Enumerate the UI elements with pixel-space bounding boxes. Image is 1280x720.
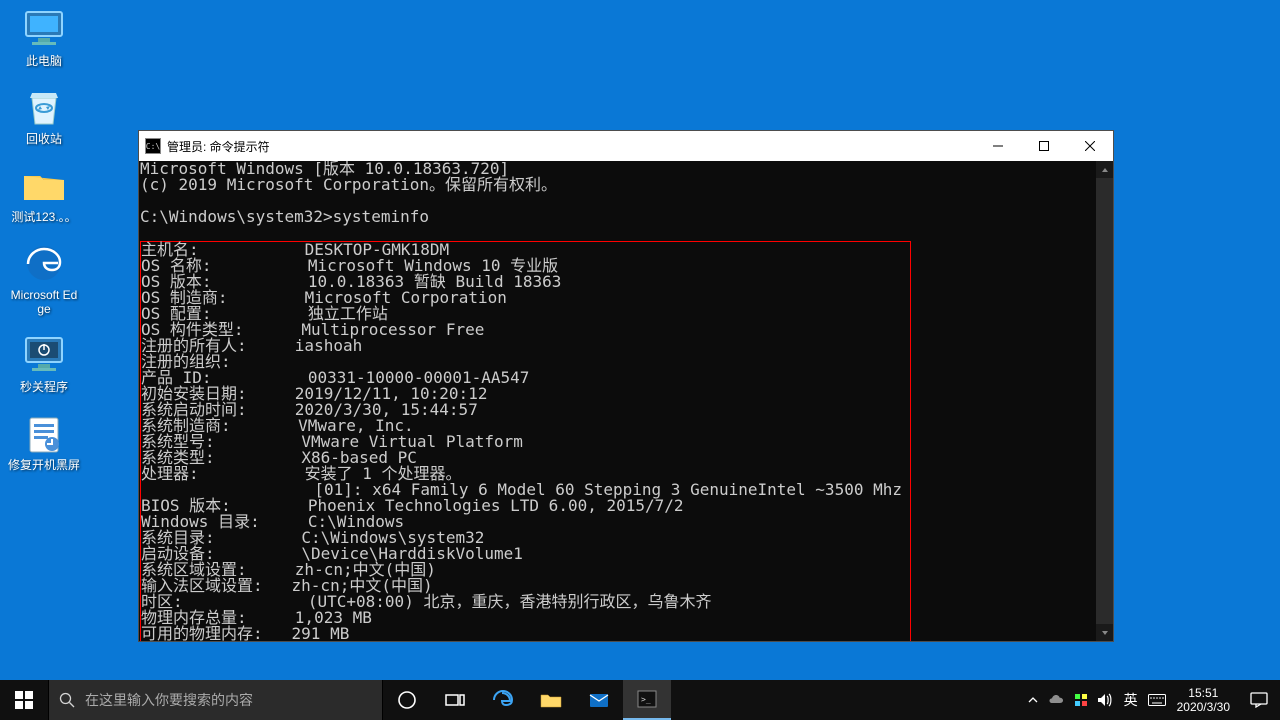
search-box[interactable] bbox=[48, 680, 383, 720]
close-button[interactable] bbox=[1067, 131, 1113, 161]
desktop-icon-pc[interactable]: 此电脑 bbox=[8, 8, 80, 68]
taskbar: >_ 英 15:51 2020/3/30 bbox=[0, 680, 1280, 720]
cortana-button[interactable] bbox=[383, 680, 431, 720]
edge-icon bbox=[20, 242, 68, 284]
tray-chevron-icon[interactable] bbox=[1021, 680, 1045, 720]
clock-date: 2020/3/30 bbox=[1177, 700, 1230, 714]
desktop-icon-label: 秒关程序 bbox=[8, 380, 80, 394]
onedrive-icon[interactable] bbox=[1045, 680, 1069, 720]
edge-app-button[interactable] bbox=[479, 680, 527, 720]
scroll-up-button[interactable] bbox=[1096, 161, 1113, 178]
maximize-button[interactable] bbox=[1021, 131, 1067, 161]
cmd-window: C:\ 管理员: 命令提示符 Microsoft Windows [版本 10.… bbox=[138, 130, 1114, 642]
task-view-button[interactable] bbox=[431, 680, 479, 720]
minimize-button[interactable] bbox=[975, 131, 1021, 161]
pc-icon bbox=[20, 8, 68, 50]
system-tray: 英 15:51 2020/3/30 bbox=[1021, 680, 1280, 720]
start-button[interactable] bbox=[0, 680, 48, 720]
terminal-wrap: Microsoft Windows [版本 10.0.18363.720] (c… bbox=[139, 161, 1113, 641]
clock[interactable]: 15:51 2020/3/30 bbox=[1169, 686, 1238, 714]
desktop: 此电脑回收站测试123.。。 Microsoft Edge 秒关程序修复开机黑屏 bbox=[8, 8, 88, 490]
search-icon bbox=[59, 692, 75, 708]
scroll-down-button[interactable] bbox=[1096, 624, 1113, 641]
mail-app-button[interactable] bbox=[575, 680, 623, 720]
desktop-icon-label: Microsoft Edge bbox=[8, 288, 80, 316]
titlebar[interactable]: C:\ 管理员: 命令提示符 bbox=[139, 131, 1113, 161]
clock-time: 15:51 bbox=[1177, 686, 1230, 700]
recycle-icon bbox=[20, 86, 68, 128]
scrollbar[interactable] bbox=[1096, 161, 1113, 641]
taskbar-pinned: >_ bbox=[383, 680, 671, 720]
explorer-app-button[interactable] bbox=[527, 680, 575, 720]
desktop-icon-label: 测试123.。。 bbox=[8, 210, 80, 224]
desktop-icon-recycle[interactable]: 回收站 bbox=[8, 86, 80, 146]
ime-indicator[interactable]: 英 bbox=[1117, 680, 1145, 720]
desktop-icon-repair[interactable]: 修复开机黑屏 bbox=[8, 412, 80, 472]
desktop-icon-label: 回收站 bbox=[8, 132, 80, 146]
desktop-icon-folder[interactable]: 测试123.。。 bbox=[8, 164, 80, 224]
repair-icon bbox=[20, 412, 68, 454]
folder-icon bbox=[20, 164, 68, 206]
shutdown-icon bbox=[20, 334, 68, 376]
window-title: 管理员: 命令提示符 bbox=[167, 138, 975, 155]
volume-icon[interactable] bbox=[1093, 680, 1117, 720]
window-buttons bbox=[975, 131, 1113, 161]
desktop-icon-label: 此电脑 bbox=[8, 54, 80, 68]
svg-text:>_: >_ bbox=[641, 695, 651, 704]
desktop-icon-edge[interactable]: Microsoft Edge bbox=[8, 242, 80, 316]
systeminfo-highlight: 主机名: DESKTOP-GMK18DM OS 名称: Microsoft Wi… bbox=[140, 241, 911, 641]
search-input[interactable] bbox=[85, 692, 372, 708]
desktop-icon-label: 修复开机黑屏 bbox=[8, 458, 80, 472]
cmd-icon: C:\ bbox=[145, 138, 161, 154]
keyboard-icon[interactable] bbox=[1145, 680, 1169, 720]
action-center-button[interactable] bbox=[1238, 692, 1280, 708]
terminal[interactable]: Microsoft Windows [版本 10.0.18363.720] (c… bbox=[139, 161, 1096, 641]
cmd-app-button[interactable]: >_ bbox=[623, 680, 671, 720]
security-icon[interactable] bbox=[1069, 680, 1093, 720]
desktop-icon-shutdown[interactable]: 秒关程序 bbox=[8, 334, 80, 394]
